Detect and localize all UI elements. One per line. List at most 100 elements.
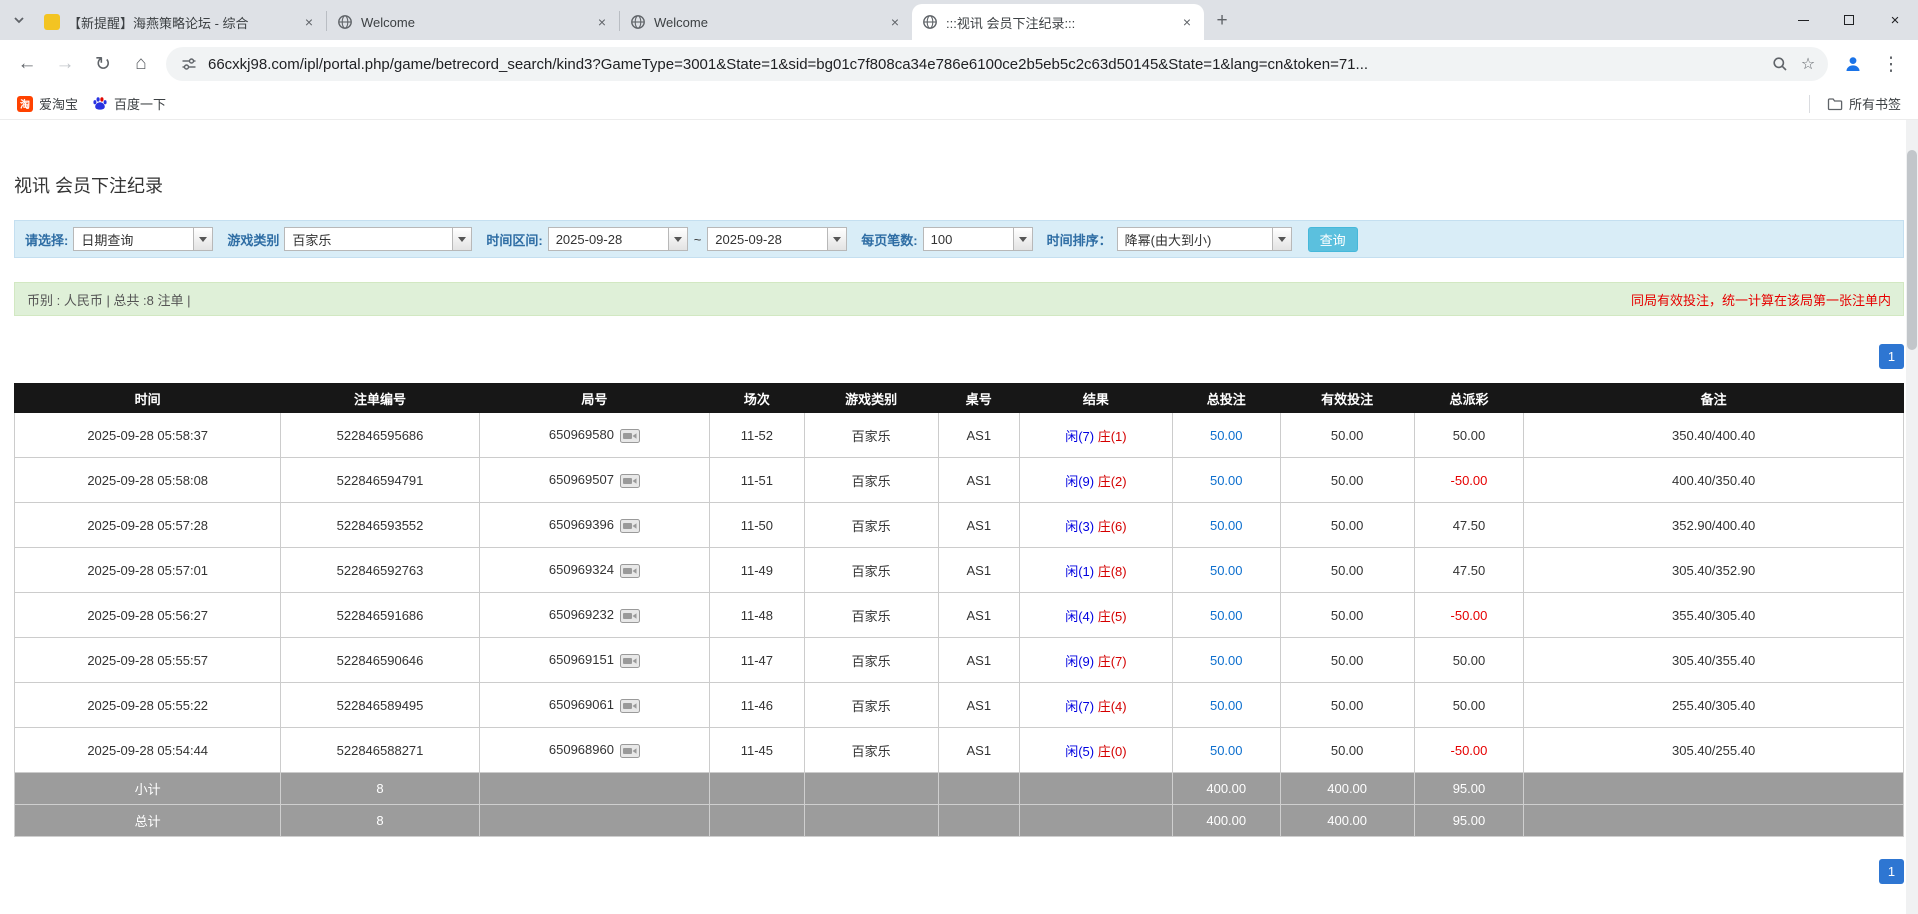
column-header: 桌号 bbox=[938, 384, 1019, 413]
subtotal-row: 小计 8 400.00 400.00 95.00 bbox=[15, 773, 1904, 805]
chevron-down-icon[interactable] bbox=[452, 228, 471, 250]
page-button-1[interactable]: 1 bbox=[1879, 859, 1904, 884]
camera-icon[interactable] bbox=[620, 517, 640, 532]
total-bet-link[interactable]: 50.00 bbox=[1210, 653, 1243, 668]
close-window-button[interactable]: × bbox=[1872, 0, 1918, 40]
summary-cell bbox=[1524, 773, 1904, 805]
game-type-label: 游戏类别 bbox=[227, 230, 279, 249]
page-button-1[interactable]: 1 bbox=[1879, 344, 1904, 369]
banker-result: 庄(4) bbox=[1098, 699, 1127, 714]
tab-close-icon[interactable]: × bbox=[886, 13, 904, 31]
all-bookmarks-label: 所有书签 bbox=[1849, 94, 1901, 113]
payout-cell: 50.00 bbox=[1414, 413, 1524, 458]
chevron-down-icon[interactable] bbox=[827, 228, 846, 250]
camera-icon[interactable] bbox=[620, 427, 640, 442]
session-cell: 11-45 bbox=[710, 728, 804, 773]
game-type-select[interactable]: 百家乐 bbox=[284, 227, 472, 251]
table-no-cell: AS1 bbox=[938, 683, 1019, 728]
query-type-select[interactable]: 日期查询 bbox=[73, 227, 213, 251]
zoom-icon[interactable] bbox=[1766, 50, 1794, 78]
camera-icon[interactable] bbox=[620, 652, 640, 667]
tab-separator bbox=[619, 11, 620, 31]
total-bet-link[interactable]: 50.00 bbox=[1210, 743, 1243, 758]
total-bet-cell: 50.00 bbox=[1172, 728, 1280, 773]
valid-bet-cell: 50.00 bbox=[1280, 413, 1414, 458]
payout-cell: 50.00 bbox=[1414, 638, 1524, 683]
session-cell: 11-49 bbox=[710, 548, 804, 593]
menu-icon[interactable]: ⋮ bbox=[1874, 47, 1908, 81]
total-bet-link[interactable]: 50.00 bbox=[1210, 473, 1243, 488]
pagination-top: 1 bbox=[14, 344, 1904, 369]
maximize-button[interactable] bbox=[1826, 0, 1872, 40]
total-valid-bet: 400.00 bbox=[1280, 805, 1414, 837]
payout-cell: 47.50 bbox=[1414, 548, 1524, 593]
reload-button[interactable]: ↻ bbox=[86, 47, 120, 81]
tab-search-chevron-icon[interactable] bbox=[6, 7, 32, 33]
chevron-down-icon[interactable] bbox=[193, 228, 212, 250]
total-bet-link[interactable]: 50.00 bbox=[1210, 608, 1243, 623]
site-info-icon[interactable] bbox=[178, 56, 200, 72]
round-cell: 650969061 bbox=[479, 683, 709, 728]
tab-close-icon[interactable]: × bbox=[1178, 13, 1196, 31]
chevron-down-icon[interactable] bbox=[1013, 228, 1032, 250]
address-bar[interactable]: 66cxkj98.com/ipl/portal.php/game/betreco… bbox=[166, 47, 1828, 81]
round-cell: 650969232 bbox=[479, 593, 709, 638]
bookmark-aitaobao[interactable]: 淘 爱淘宝 bbox=[10, 91, 85, 116]
scrollbar[interactable] bbox=[1906, 120, 1918, 914]
total-bet-link[interactable]: 50.00 bbox=[1210, 698, 1243, 713]
minimize-button[interactable] bbox=[1780, 0, 1826, 40]
tab-bet-records-active[interactable]: :::视讯 会员下注纪录::: × bbox=[912, 4, 1204, 40]
url-text: 66cxkj98.com/ipl/portal.php/game/betreco… bbox=[208, 56, 1766, 73]
valid-bet-cell: 50.00 bbox=[1280, 683, 1414, 728]
maximize-icon bbox=[1844, 15, 1854, 25]
forward-button[interactable]: → bbox=[48, 47, 82, 81]
camera-icon[interactable] bbox=[620, 697, 640, 712]
scrollbar-thumb[interactable] bbox=[1907, 150, 1917, 350]
time-cell: 2025-09-28 05:54:44 bbox=[15, 728, 281, 773]
camera-icon[interactable] bbox=[620, 742, 640, 757]
tab-close-icon[interactable]: × bbox=[300, 13, 318, 31]
profile-avatar-icon[interactable] bbox=[1836, 47, 1870, 81]
search-button[interactable]: 查询 bbox=[1308, 227, 1358, 252]
remark-cell: 305.40/355.40 bbox=[1524, 638, 1904, 683]
total-bet-link[interactable]: 50.00 bbox=[1210, 428, 1243, 443]
camera-icon[interactable] bbox=[620, 607, 640, 622]
filter-bar: 请选择: 日期查询 游戏类别 百家乐 时间区间: 2025-09-28 bbox=[14, 220, 1904, 258]
remark-cell: 255.40/305.40 bbox=[1524, 683, 1904, 728]
bookmark-star-icon[interactable]: ☆ bbox=[1794, 50, 1822, 78]
sort-order-value: 降幂(由大到小) bbox=[1118, 228, 1272, 250]
date-to-input[interactable]: 2025-09-28 bbox=[707, 227, 847, 251]
payout-cell: -50.00 bbox=[1414, 728, 1524, 773]
tab-welcome-2[interactable]: Welcome × bbox=[620, 4, 912, 40]
date-from-input[interactable]: 2025-09-28 bbox=[548, 227, 688, 251]
player-result: 闲(5) bbox=[1065, 744, 1094, 759]
tab-close-icon[interactable]: × bbox=[593, 13, 611, 31]
back-button[interactable]: ← bbox=[10, 47, 44, 81]
home-button[interactable]: ⌂ bbox=[124, 47, 158, 81]
total-bet-link[interactable]: 50.00 bbox=[1210, 518, 1243, 533]
range-separator: ~ bbox=[694, 232, 702, 247]
tab-forum[interactable]: 【新提醒】海燕策略论坛 - 综合 × bbox=[34, 4, 326, 40]
bet-id-cell: 522846595686 bbox=[281, 413, 479, 458]
new-tab-button[interactable]: + bbox=[1208, 7, 1236, 35]
tab-welcome-1[interactable]: Welcome × bbox=[327, 4, 619, 40]
column-header: 注单编号 bbox=[281, 384, 479, 413]
all-bookmarks-button[interactable]: 所有书签 bbox=[1820, 91, 1908, 116]
round-cell: 650969151 bbox=[479, 638, 709, 683]
bookmark-baidu[interactable]: 百度一下 bbox=[85, 91, 173, 116]
chevron-down-icon[interactable] bbox=[1272, 228, 1291, 250]
camera-icon[interactable] bbox=[620, 562, 640, 577]
page-size-value: 100 bbox=[924, 228, 1013, 250]
chevron-down-icon[interactable] bbox=[668, 228, 687, 250]
globe-icon bbox=[922, 14, 938, 30]
page-size-select[interactable]: 100 bbox=[923, 227, 1033, 251]
payout-cell: -50.00 bbox=[1414, 593, 1524, 638]
sort-order-select[interactable]: 降幂(由大到小) bbox=[1117, 227, 1292, 251]
currency-summary-text: 币别 : 人民币 | 总共 :8 注单 | bbox=[27, 290, 191, 309]
bet-record-row: 2025-09-28 05:54:44522846588271650968960… bbox=[15, 728, 1904, 773]
total-bet-cell: 50.00 bbox=[1172, 638, 1280, 683]
camera-icon[interactable] bbox=[620, 472, 640, 487]
valid-bet-cell: 50.00 bbox=[1280, 548, 1414, 593]
total-bet-link[interactable]: 50.00 bbox=[1210, 563, 1243, 578]
bet-id-cell: 522846594791 bbox=[281, 458, 479, 503]
